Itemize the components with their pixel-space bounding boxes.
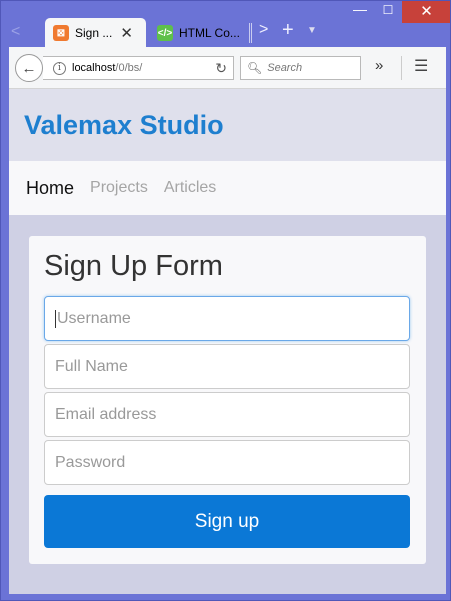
tab-label: HTML Co... xyxy=(179,26,240,40)
tab-sign-up[interactable]: ⊠ Sign ... ✕ xyxy=(45,18,146,48)
maximize-icon[interactable]: ☐ xyxy=(374,1,402,21)
navigation-bar: ← i localhost /0/bs/ ↻ 🔍︎ Search » ☰ xyxy=(9,47,446,89)
chevron-right-icon[interactable]: > xyxy=(259,21,268,39)
nav-projects-link[interactable]: Projects xyxy=(90,179,148,197)
form-title: Sign Up Form xyxy=(44,250,223,282)
nav-home-link[interactable]: Home xyxy=(26,178,74,199)
toolbar-divider xyxy=(401,56,402,80)
overflow-chevron-icon[interactable]: » xyxy=(375,57,383,74)
search-input[interactable]: 🔍︎ Search xyxy=(240,56,361,80)
search-placeholder: Search xyxy=(267,62,303,74)
chevron-down-icon[interactable]: ▼ xyxy=(307,25,317,36)
nav-articles-link[interactable]: Articles xyxy=(164,179,216,197)
tab-scroll-left-icon[interactable]: < xyxy=(11,23,20,41)
html-code-icon: </> xyxy=(157,25,173,41)
text-caret xyxy=(55,309,56,328)
brand-logo-text[interactable]: Valemax Studio xyxy=(24,110,224,141)
close-icon[interactable]: ✕ xyxy=(120,24,133,42)
url-host: localhost xyxy=(72,62,116,74)
tab-strip: < ⊠ Sign ... ✕ </> HTML Co... > + ▼ — ☐ … xyxy=(1,1,450,48)
tab-divider xyxy=(249,23,252,43)
site-nav: Home Projects Articles xyxy=(9,161,446,215)
tab-html-code[interactable]: </> HTML Co... xyxy=(149,18,245,48)
full-name-placeholder: Full Name xyxy=(55,357,128,375)
username-placeholder: Username xyxy=(57,309,131,327)
password-placeholder: Password xyxy=(55,453,126,471)
full-name-field[interactable]: Full Name xyxy=(44,344,410,389)
sign-up-button[interactable]: Sign up xyxy=(44,495,410,548)
new-tab-icon[interactable]: + xyxy=(282,19,294,42)
page-content: Valemax Studio Home Projects Articles Si… xyxy=(9,89,446,594)
site-header: Valemax Studio xyxy=(9,89,446,161)
url-path: /0/bs/ xyxy=(115,62,143,74)
address-bar[interactable]: i localhost /0/bs/ ↻ xyxy=(43,56,234,80)
info-icon[interactable]: i xyxy=(53,61,66,75)
signup-card: Sign Up Form Username Full Name Email ad… xyxy=(29,236,426,564)
search-icon: 🔍︎ xyxy=(247,61,263,75)
browser-window: < ⊠ Sign ... ✕ </> HTML Co... > + ▼ — ☐ … xyxy=(0,0,451,601)
reload-icon[interactable]: ↻ xyxy=(215,60,227,77)
password-field[interactable]: Password xyxy=(44,440,410,485)
back-arrow-icon[interactable]: ← xyxy=(15,54,43,82)
tab-label: Sign ... xyxy=(75,26,113,40)
xampp-icon: ⊠ xyxy=(53,25,69,41)
username-field[interactable]: Username xyxy=(44,296,410,341)
window-close-icon[interactable]: ✕ xyxy=(402,1,450,23)
email-placeholder: Email address xyxy=(55,405,157,423)
hamburger-menu-icon[interactable]: ☰ xyxy=(414,56,428,76)
minimize-icon[interactable]: — xyxy=(346,1,374,21)
email-field[interactable]: Email address xyxy=(44,392,410,437)
